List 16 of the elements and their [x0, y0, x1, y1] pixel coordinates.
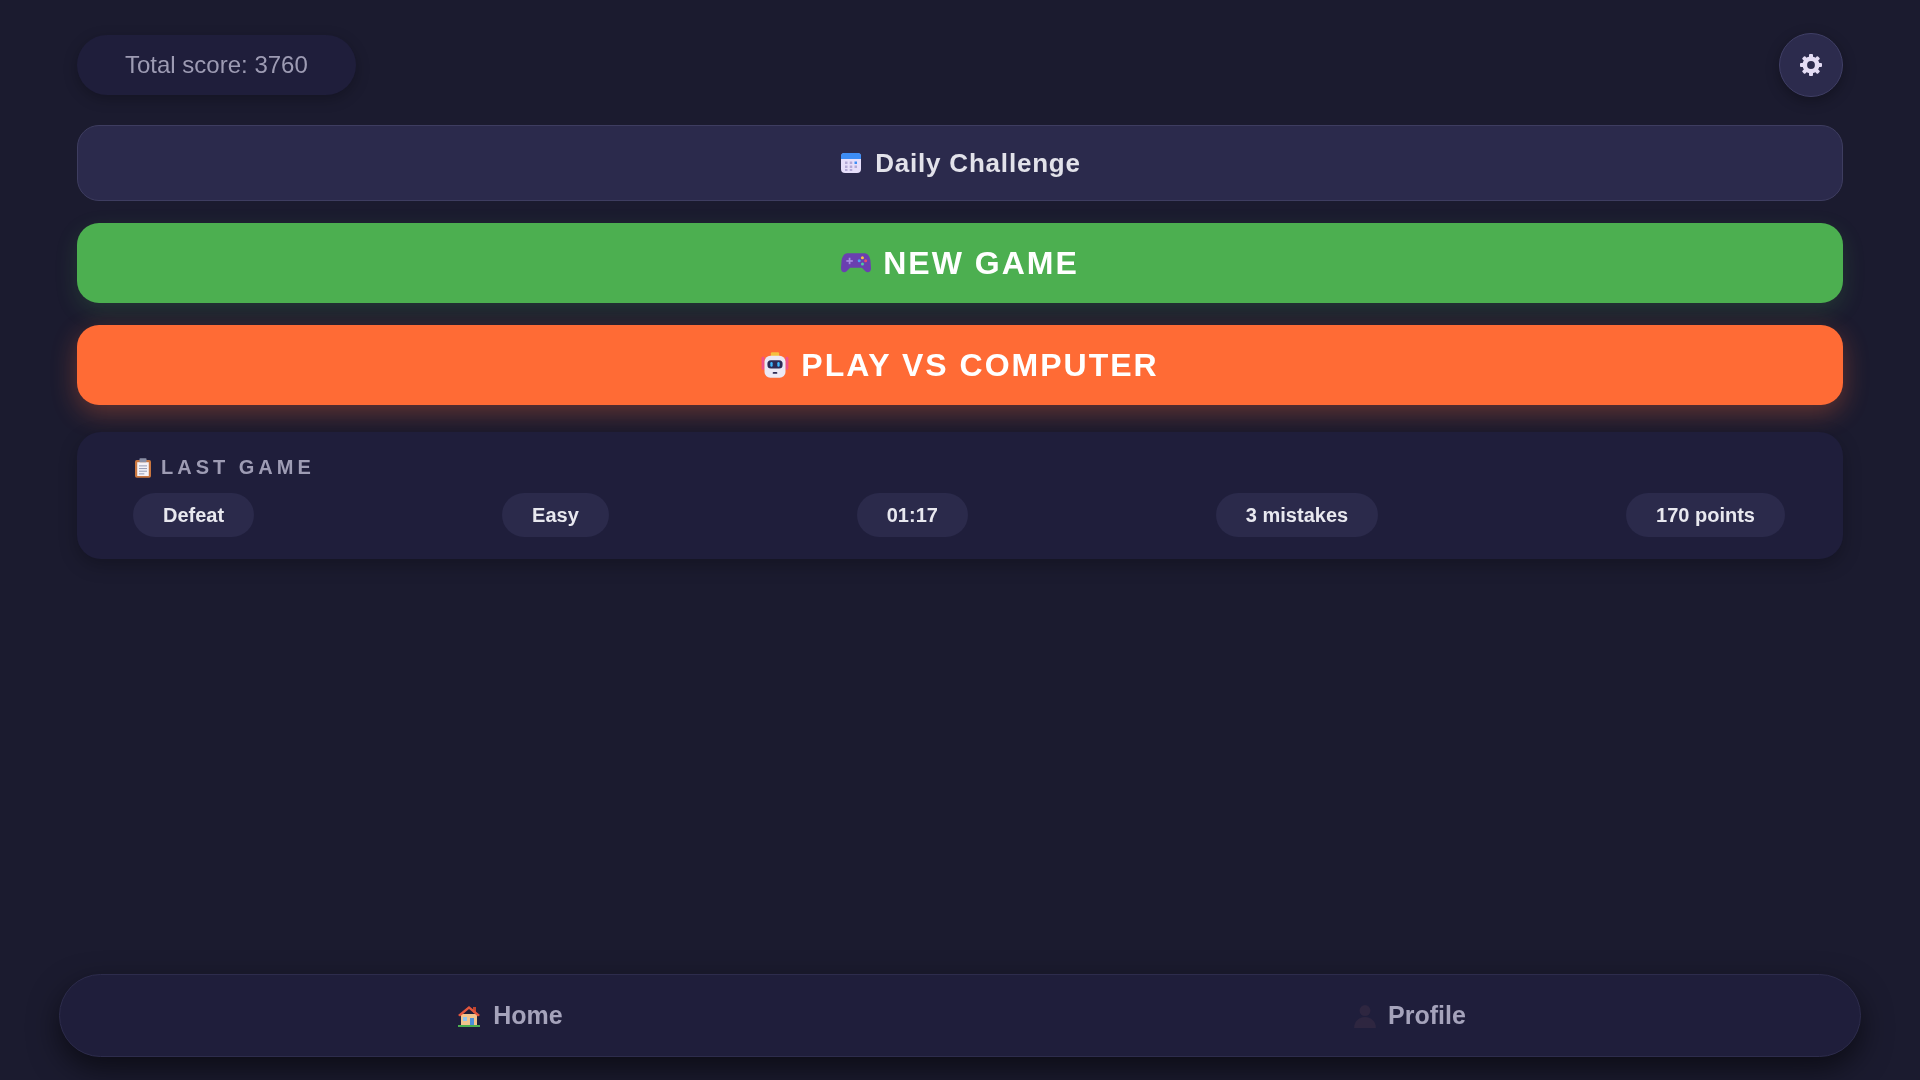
total-score-badge: Total score: 3760: [77, 35, 356, 95]
clipboard-icon: [135, 457, 151, 478]
nav-tab[interactable]: Home: [447, 995, 573, 1036]
nav-tab[interactable]: Profile: [1344, 995, 1476, 1036]
stat-badge: 3 mistakes: [1215, 493, 1379, 537]
stat-badge: Defeat: [133, 493, 255, 537]
daily-challenge-button[interactable]: Daily Challenge: [77, 125, 1843, 201]
calendar-icon: [839, 151, 864, 175]
gamepad-icon: [841, 252, 872, 274]
stat-badge: 170 points: [1626, 493, 1785, 537]
settings-icon: [1799, 53, 1823, 77]
stat-badge: Easy: [502, 493, 609, 537]
stat-badge: 01:17: [856, 493, 968, 537]
house-icon: [457, 1003, 482, 1028]
robot-icon: [761, 351, 790, 379]
card-title: LAST GAME: [161, 456, 315, 479]
